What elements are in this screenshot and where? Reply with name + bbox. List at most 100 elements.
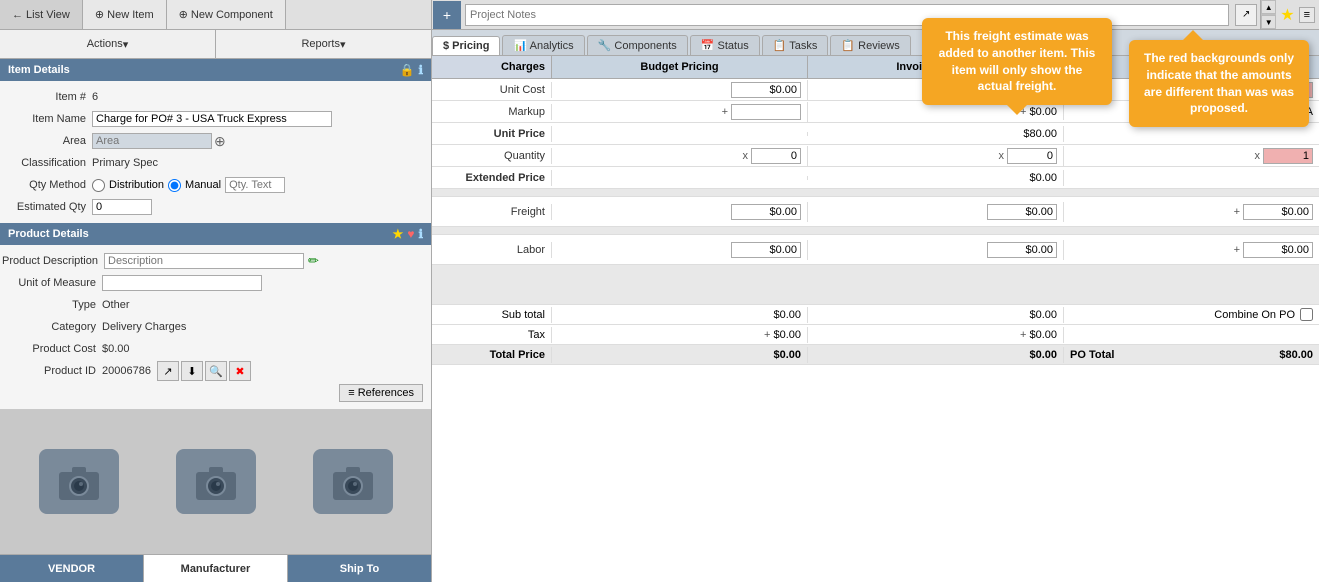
camera-3[interactable]	[313, 449, 393, 514]
freight-invoice-input[interactable]	[987, 204, 1057, 220]
estimated-qty-input[interactable]	[92, 199, 152, 215]
scroll-up-arrow[interactable]: ▲	[1261, 0, 1276, 14]
scroll-down-arrow[interactable]: ▼	[1261, 15, 1276, 29]
vendor-tab-label: VENDOR	[48, 563, 95, 575]
product-navigate-btn[interactable]: ↗	[157, 361, 179, 381]
subtotal-po: Combine On PO	[1064, 306, 1319, 323]
right-panel-button[interactable]: ≡	[1299, 7, 1315, 23]
markup-budget: +	[552, 102, 808, 122]
list-view-button[interactable]: ← List View	[0, 0, 83, 29]
tab-analytics[interactable]: 📊 Analytics	[502, 35, 584, 55]
extended-price-po	[1064, 176, 1319, 180]
subtotal-label: Sub total	[432, 307, 552, 323]
tax-invoice-value: $0.00	[1029, 329, 1057, 341]
tab-tasks[interactable]: 📋 Tasks	[762, 35, 829, 55]
reports-button[interactable]: Reports ▾	[216, 30, 431, 58]
unit-price-label: Unit Price	[432, 126, 552, 142]
area-label: Area	[2, 135, 92, 147]
qty-invoice-input[interactable]	[1007, 148, 1057, 164]
product-info-icon[interactable]: ℹ	[418, 227, 423, 241]
classification-label: Classification	[2, 157, 92, 169]
item-num-value: 6	[92, 91, 98, 103]
tax-budget-value: $0.00	[773, 329, 801, 341]
edit-icon[interactable]: ✏	[308, 253, 319, 269]
markup-budget-input[interactable]	[731, 104, 801, 120]
qty-po-input[interactable]	[1263, 148, 1313, 164]
vendor-tab[interactable]: VENDOR	[0, 555, 144, 582]
references-row: ≡ References	[2, 383, 429, 403]
area-row: Area ⊕	[2, 131, 429, 151]
lock-icon[interactable]: 🔒	[399, 63, 414, 77]
budget-col-header: Budget Pricing	[552, 56, 808, 78]
tax-label: Tax	[432, 327, 552, 343]
total-budget-value: $0.00	[773, 349, 801, 361]
quantity-po: x	[1064, 146, 1319, 166]
info-icon[interactable]: ℹ	[418, 63, 423, 77]
tax-budget: + $0.00	[552, 327, 808, 343]
product-download-btn[interactable]: ⬇	[181, 361, 203, 381]
subtotal-invoice: $0.00	[808, 307, 1064, 323]
reports-caret: ▾	[340, 38, 346, 51]
product-details-title: Product Details	[8, 228, 89, 240]
labor-invoice	[808, 240, 1064, 260]
labor-po: +	[1064, 240, 1319, 260]
product-search-btn[interactable]: 🔍	[205, 361, 227, 381]
camera-2[interactable]	[176, 449, 256, 514]
total-po: PO Total $80.00	[1064, 347, 1319, 363]
product-id-label: Product ID	[2, 365, 102, 377]
item-name-row: Item Name	[2, 109, 429, 129]
tax-row: Tax + $0.00 + $0.00	[432, 325, 1319, 345]
item-name-input[interactable]	[92, 111, 332, 127]
product-delete-btn[interactable]: ✖	[229, 361, 251, 381]
extended-price-invoice-value: $0.00	[1029, 172, 1057, 184]
project-notes-input[interactable]	[465, 4, 1229, 26]
tab-reviews[interactable]: 📋 Reviews	[830, 35, 910, 55]
quantity-invoice: x	[808, 146, 1064, 166]
qty-text-input[interactable]	[225, 177, 285, 193]
total-label: Total Price	[432, 347, 552, 363]
manual-label: Manual	[185, 179, 221, 191]
ship-to-tab[interactable]: Ship To	[288, 555, 431, 582]
star-icon[interactable]: ★	[393, 227, 404, 241]
combine-on-po-checkbox[interactable]	[1300, 308, 1313, 321]
references-button[interactable]: ≡ References	[339, 384, 423, 402]
ship-to-tab-label: Ship To	[340, 563, 380, 575]
description-input[interactable]	[104, 253, 304, 269]
freight-invoice	[808, 202, 1064, 222]
area-expand-icon[interactable]: ⊕	[214, 133, 226, 150]
labor-po-plus: +	[1234, 244, 1240, 256]
distribution-radio[interactable]	[92, 179, 105, 192]
labor-budget-input[interactable]	[731, 242, 801, 258]
red-bg-tooltip: The red backgrounds only indicate that t…	[1129, 40, 1309, 127]
camera-1[interactable]	[39, 449, 119, 514]
right-add-button[interactable]: +	[433, 1, 461, 29]
unit-cost-budget-input[interactable]	[731, 82, 801, 98]
pricing-area: Charges Budget Pricing Invoice Pricing P…	[432, 56, 1319, 582]
manufacturer-tab[interactable]: Manufacturer	[144, 555, 288, 582]
tab-pricing[interactable]: $ Pricing	[432, 36, 500, 55]
tab-status[interactable]: 📅 Status	[690, 35, 760, 55]
area-input[interactable]	[92, 133, 212, 149]
description-row: Product Description ✏	[2, 251, 429, 271]
tab-components[interactable]: 🔧 Components	[587, 35, 688, 55]
labor-label: Labor	[432, 242, 552, 258]
uom-input[interactable]	[102, 275, 262, 291]
expand-button[interactable]: ↗	[1235, 4, 1257, 26]
camera-row	[0, 409, 431, 554]
freight-budget-input[interactable]	[731, 204, 801, 220]
classification-row: Classification Primary Spec	[2, 153, 429, 173]
total-invoice-value: $0.00	[1029, 349, 1057, 361]
new-item-button[interactable]: ⊕ New Item	[83, 0, 167, 29]
manual-radio[interactable]	[168, 179, 181, 192]
product-cost-value: $0.00	[102, 343, 130, 355]
heart-icon[interactable]: ♥	[407, 227, 414, 241]
labor-po-input[interactable]	[1243, 242, 1313, 258]
actions-button[interactable]: Actions ▾	[0, 30, 216, 58]
freight-po-input[interactable]	[1243, 204, 1313, 220]
new-component-button[interactable]: ⊕ New Component	[167, 0, 286, 29]
qty-budget-input[interactable]	[751, 148, 801, 164]
labor-invoice-input[interactable]	[987, 242, 1057, 258]
extended-price-row: Extended Price $0.00	[432, 167, 1319, 189]
star-favorite-icon[interactable]: ★	[1280, 5, 1294, 25]
markup-label: Markup	[432, 104, 552, 120]
